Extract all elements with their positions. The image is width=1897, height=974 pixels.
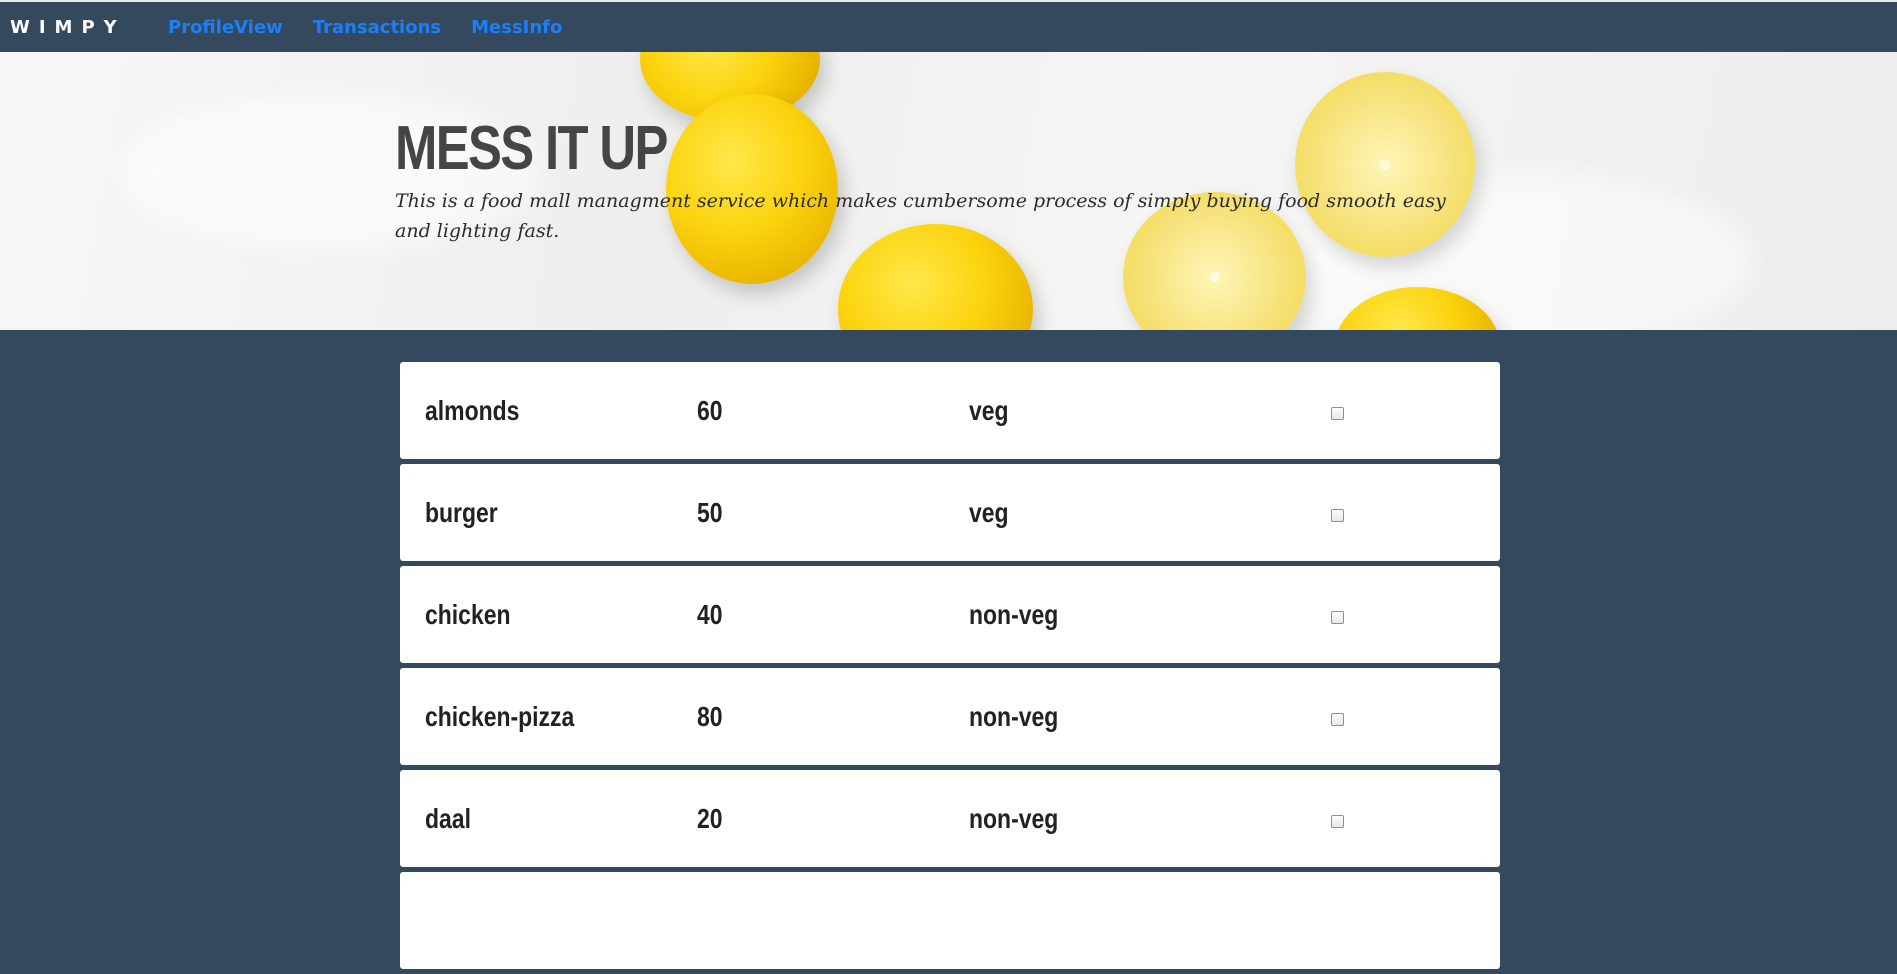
hero-title: MESS IT UP xyxy=(395,114,668,183)
nav-link-transactions[interactable]: Transactions xyxy=(313,17,441,38)
food-name: daal xyxy=(425,802,471,834)
food-row: chicken-pizza 80 non-veg xyxy=(400,668,1500,765)
select-checkbox[interactable] xyxy=(1331,406,1344,420)
food-price: 20 xyxy=(697,802,723,834)
food-price: 60 xyxy=(697,394,723,426)
select-checkbox[interactable] xyxy=(1331,712,1344,726)
select-checkbox[interactable] xyxy=(1331,508,1344,522)
hero-banner: MESS IT UP This is a food mall managment… xyxy=(0,52,1897,330)
hero-subtitle: This is a food mall managment service wh… xyxy=(395,190,1446,242)
food-name: burger xyxy=(425,496,498,528)
food-type: non-veg xyxy=(969,700,1059,732)
brand-logo[interactable]: WIMPY xyxy=(10,17,168,38)
food-price: 40 xyxy=(697,598,723,630)
food-row: chicken 40 non-veg xyxy=(400,566,1500,663)
food-price: 80 xyxy=(697,700,723,732)
food-name: almonds xyxy=(425,394,520,426)
hero-text: MESS IT UP This is a food mall managment… xyxy=(395,114,1485,246)
food-type: veg xyxy=(969,496,1009,528)
top-navbar: WIMPY ProfileView Transactions MessInfo xyxy=(0,0,1897,52)
food-row: daal 20 non-veg xyxy=(400,770,1500,867)
food-row: almonds 60 veg xyxy=(400,362,1500,459)
food-name: chicken xyxy=(425,598,511,630)
food-menu-list: almonds 60 veg burger 50 veg chicken 40 … xyxy=(400,362,1500,974)
food-row-partial xyxy=(400,872,1500,969)
select-checkbox[interactable] xyxy=(1331,610,1344,624)
food-name: chicken-pizza xyxy=(425,700,575,732)
food-type: veg xyxy=(969,394,1009,426)
select-checkbox[interactable] xyxy=(1331,814,1344,828)
food-type: non-veg xyxy=(969,598,1059,630)
nav-link-messinfo[interactable]: MessInfo xyxy=(471,17,562,38)
food-type: non-veg xyxy=(969,802,1059,834)
food-price: 50 xyxy=(697,496,723,528)
food-row: burger 50 veg xyxy=(400,464,1500,561)
nav-link-profileview[interactable]: ProfileView xyxy=(168,17,283,38)
